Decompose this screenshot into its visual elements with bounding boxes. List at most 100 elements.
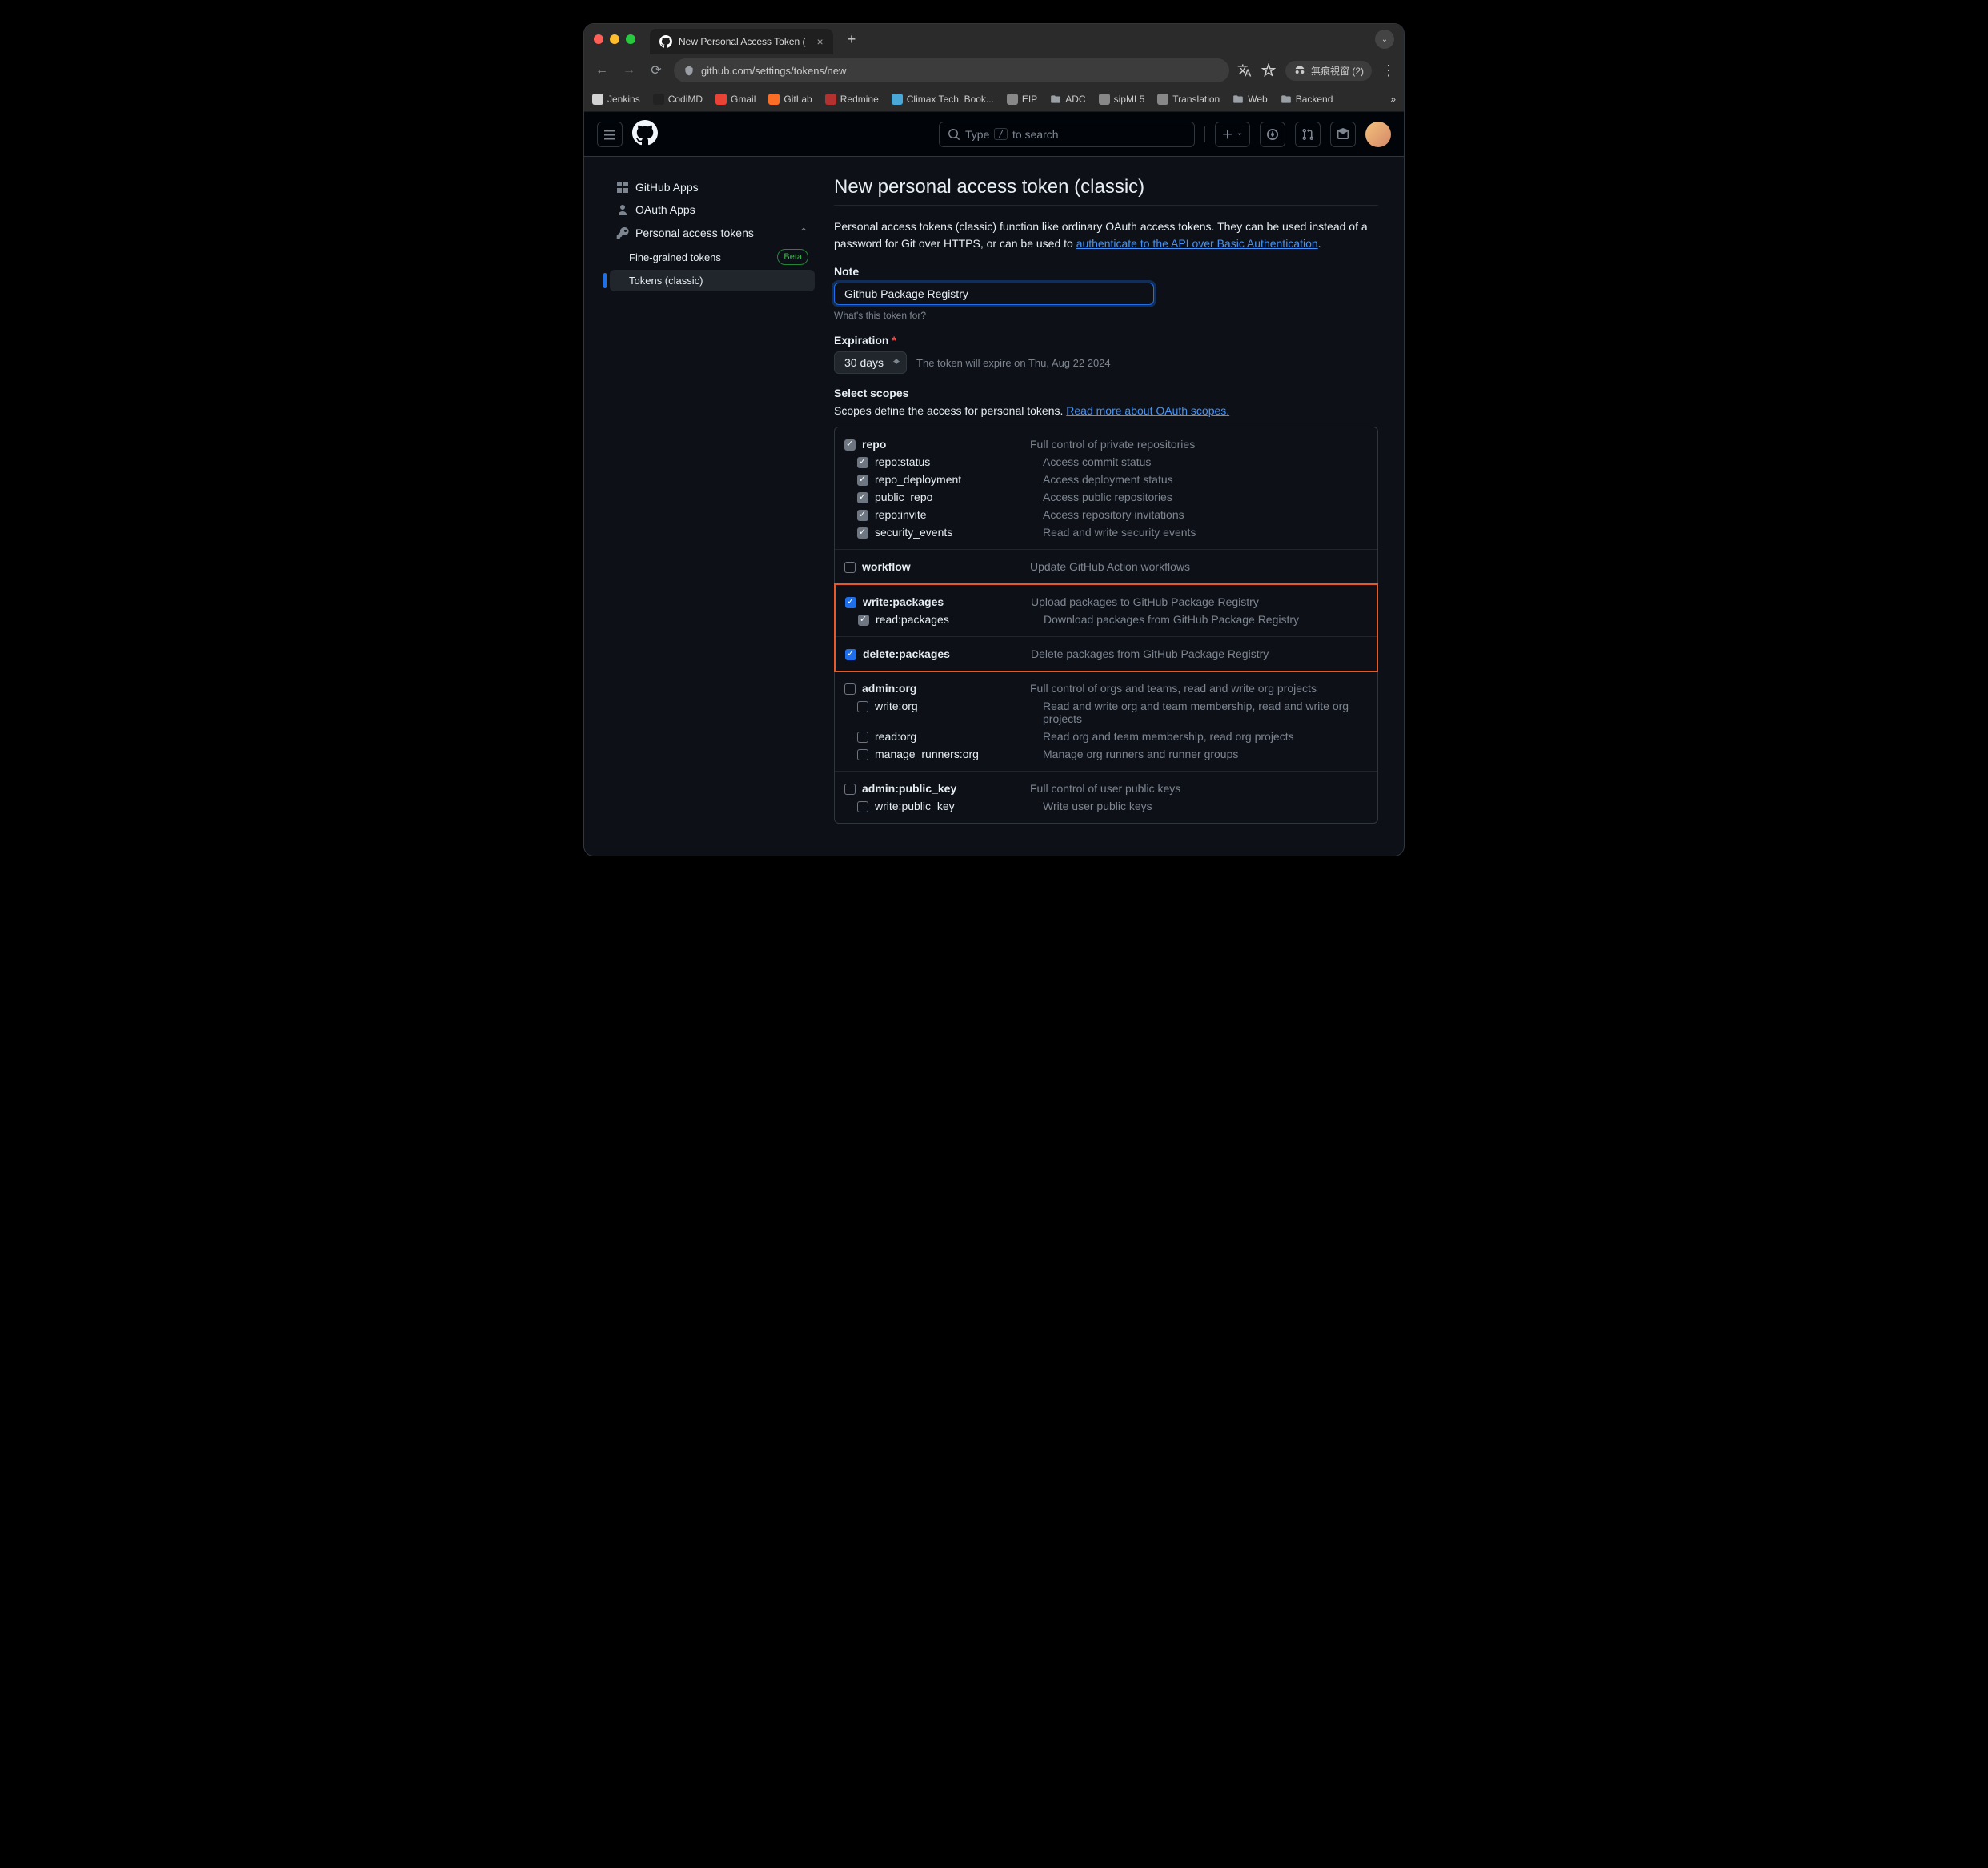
bookmark-item[interactable]: GitLab xyxy=(768,94,812,105)
sidebar-item-tokens-classic-[interactable]: Tokens (classic) xyxy=(610,270,815,291)
scope-checkbox[interactable] xyxy=(857,732,868,743)
scope-row: write:packagesUpload packages to GitHub … xyxy=(845,593,1367,611)
scope-group: admin:public_keyFull control of user pub… xyxy=(835,772,1377,823)
scope-name: admin:public_key xyxy=(862,782,1030,795)
maximize-window-button[interactable] xyxy=(626,34,635,44)
scope-name: delete:packages xyxy=(863,647,1031,660)
bookmark-item[interactable]: CodiMD xyxy=(653,94,703,105)
person-icon xyxy=(616,203,629,216)
folder-icon xyxy=(1232,94,1244,105)
bookmark-item[interactable]: EIP xyxy=(1007,94,1037,105)
favicon xyxy=(1157,94,1168,105)
incognito-badge[interactable]: 無痕視窗 (2) xyxy=(1285,61,1372,81)
browser-menu-button[interactable]: ⋮ xyxy=(1381,62,1396,79)
scope-checkbox[interactable] xyxy=(857,492,868,503)
scope-checkbox[interactable] xyxy=(857,510,868,521)
bookmark-item[interactable]: Redmine xyxy=(825,94,879,105)
scope-row: workflowUpdate GitHub Action workflows xyxy=(844,558,1368,575)
scope-description: Read org and team membership, read org p… xyxy=(1043,730,1368,743)
bookmark-item[interactable]: Web xyxy=(1232,94,1267,105)
window-controls xyxy=(594,34,635,44)
notifications-button[interactable] xyxy=(1330,122,1356,147)
scope-row: manage_runners:orgManage org runners and… xyxy=(844,745,1368,763)
scope-row: repo:statusAccess commit status xyxy=(844,453,1368,471)
chevron-up-icon: ⌃ xyxy=(799,226,808,239)
close-window-button[interactable] xyxy=(594,34,603,44)
sidebar-item-personal-access-tokens[interactable]: Personal access tokens⌃ xyxy=(610,221,815,244)
back-button[interactable]: ← xyxy=(592,63,611,78)
scope-name: repo_deployment xyxy=(875,473,1043,486)
scope-name: read:org xyxy=(875,730,1043,743)
create-new-button[interactable] xyxy=(1215,122,1250,147)
sidebar-item-fine-grained-tokens[interactable]: Fine-grained tokensBeta xyxy=(610,244,815,270)
nav-menu-button[interactable] xyxy=(597,122,623,147)
scope-checkbox[interactable] xyxy=(845,649,856,660)
bookmarks-overflow-button[interactable]: » xyxy=(1390,94,1396,105)
translate-icon[interactable] xyxy=(1237,63,1252,78)
new-tab-button[interactable]: + xyxy=(848,31,856,48)
scope-name: read:packages xyxy=(876,613,1044,626)
scope-row: security_eventsRead and write security e… xyxy=(844,523,1368,541)
reload-button[interactable]: ⟳ xyxy=(647,62,666,78)
sidebar-item-oauth-apps[interactable]: OAuth Apps xyxy=(610,198,815,221)
scope-row: delete:packagesDelete packages from GitH… xyxy=(845,645,1367,663)
note-input[interactable] xyxy=(834,283,1154,305)
address-bar[interactable]: github.com/settings/tokens/new xyxy=(674,58,1229,82)
bookmark-item[interactable]: Climax Tech. Book... xyxy=(892,94,994,105)
scope-checkbox[interactable] xyxy=(845,597,856,608)
github-logo[interactable] xyxy=(632,120,658,148)
scope-name: workflow xyxy=(862,560,1030,573)
scope-checkbox[interactable] xyxy=(857,749,868,760)
favicon xyxy=(892,94,903,105)
bookmark-item[interactable]: Backend xyxy=(1281,94,1333,105)
scope-description: Full control of private repositories xyxy=(1030,438,1368,451)
forward-button[interactable]: → xyxy=(619,63,639,78)
tabs-dropdown-button[interactable]: ⌄ xyxy=(1375,30,1394,49)
github-favicon xyxy=(659,35,672,48)
scope-checkbox[interactable] xyxy=(844,784,856,795)
expiration-select[interactable]: 30 days xyxy=(834,351,907,374)
titlebar: New Personal Access Token ( × + ⌄ xyxy=(584,24,1404,54)
scope-description: Delete packages from GitHub Package Regi… xyxy=(1031,647,1367,660)
bookmark-star-icon[interactable] xyxy=(1261,63,1276,78)
pull-requests-button[interactable] xyxy=(1295,122,1321,147)
minimize-window-button[interactable] xyxy=(610,34,619,44)
scope-description: Download packages from GitHub Package Re… xyxy=(1044,613,1367,626)
user-avatar[interactable] xyxy=(1365,122,1391,147)
bookmark-item[interactable]: sipML5 xyxy=(1099,94,1145,105)
scopes-intro: Scopes define the access for personal to… xyxy=(834,404,1378,417)
scope-row: public_repoAccess public repositories xyxy=(844,488,1368,506)
expiration-label: Expiration * xyxy=(834,334,1378,347)
scope-checkbox[interactable] xyxy=(857,701,868,712)
sidebar-item-github-apps[interactable]: GitHub Apps xyxy=(610,176,815,198)
favicon xyxy=(592,94,603,105)
browser-tab[interactable]: New Personal Access Token ( × xyxy=(650,29,833,54)
auth-api-link[interactable]: authenticate to the API over Basic Authe… xyxy=(1076,237,1318,250)
scope-checkbox[interactable] xyxy=(858,615,869,626)
scope-name: repo:status xyxy=(875,455,1043,468)
search-input[interactable]: Type / to search xyxy=(939,122,1195,147)
scopes-link[interactable]: Read more about OAuth scopes. xyxy=(1066,404,1229,417)
scope-description: Write user public keys xyxy=(1043,800,1368,812)
bookmark-item[interactable]: ADC xyxy=(1050,94,1085,105)
issues-button[interactable] xyxy=(1260,122,1285,147)
tab-close-button[interactable]: × xyxy=(817,35,824,48)
bookmark-item[interactable]: Gmail xyxy=(715,94,756,105)
scope-group: delete:packagesDelete packages from GitH… xyxy=(836,637,1377,671)
scope-checkbox[interactable] xyxy=(844,683,856,695)
scope-checkbox[interactable] xyxy=(857,801,868,812)
scope-row: write:orgRead and write org and team mem… xyxy=(844,697,1368,728)
scope-checkbox[interactable] xyxy=(844,439,856,451)
scope-group: write:packagesUpload packages to GitHub … xyxy=(836,585,1377,637)
bookmark-item[interactable]: Jenkins xyxy=(592,94,640,105)
scope-checkbox[interactable] xyxy=(857,527,868,539)
scope-name: security_events xyxy=(875,526,1043,539)
scope-checkbox[interactable] xyxy=(844,562,856,573)
scope-checkbox[interactable] xyxy=(857,475,868,486)
scope-checkbox[interactable] xyxy=(857,457,868,468)
bookmark-item[interactable]: Translation xyxy=(1157,94,1220,105)
intro-text: Personal access tokens (classic) functio… xyxy=(834,218,1378,252)
favicon xyxy=(1099,94,1110,105)
scope-description: Access repository invitations xyxy=(1043,508,1368,521)
scope-description: Access deployment status xyxy=(1043,473,1368,486)
